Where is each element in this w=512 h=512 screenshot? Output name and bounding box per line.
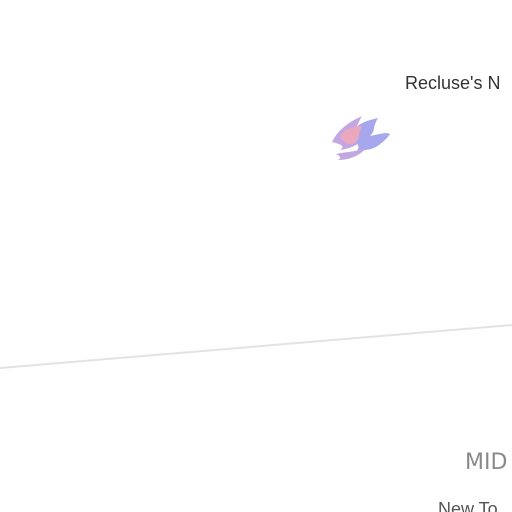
map-canvas[interactable]: Recluse's N MID New To (0, 0, 512, 512)
town-label: New To (438, 499, 498, 512)
flame-cluster-icon[interactable] (326, 112, 394, 164)
region-label: MID (465, 450, 508, 475)
place-label: Recluse's N (405, 73, 501, 93)
road-line (0, 324, 512, 369)
